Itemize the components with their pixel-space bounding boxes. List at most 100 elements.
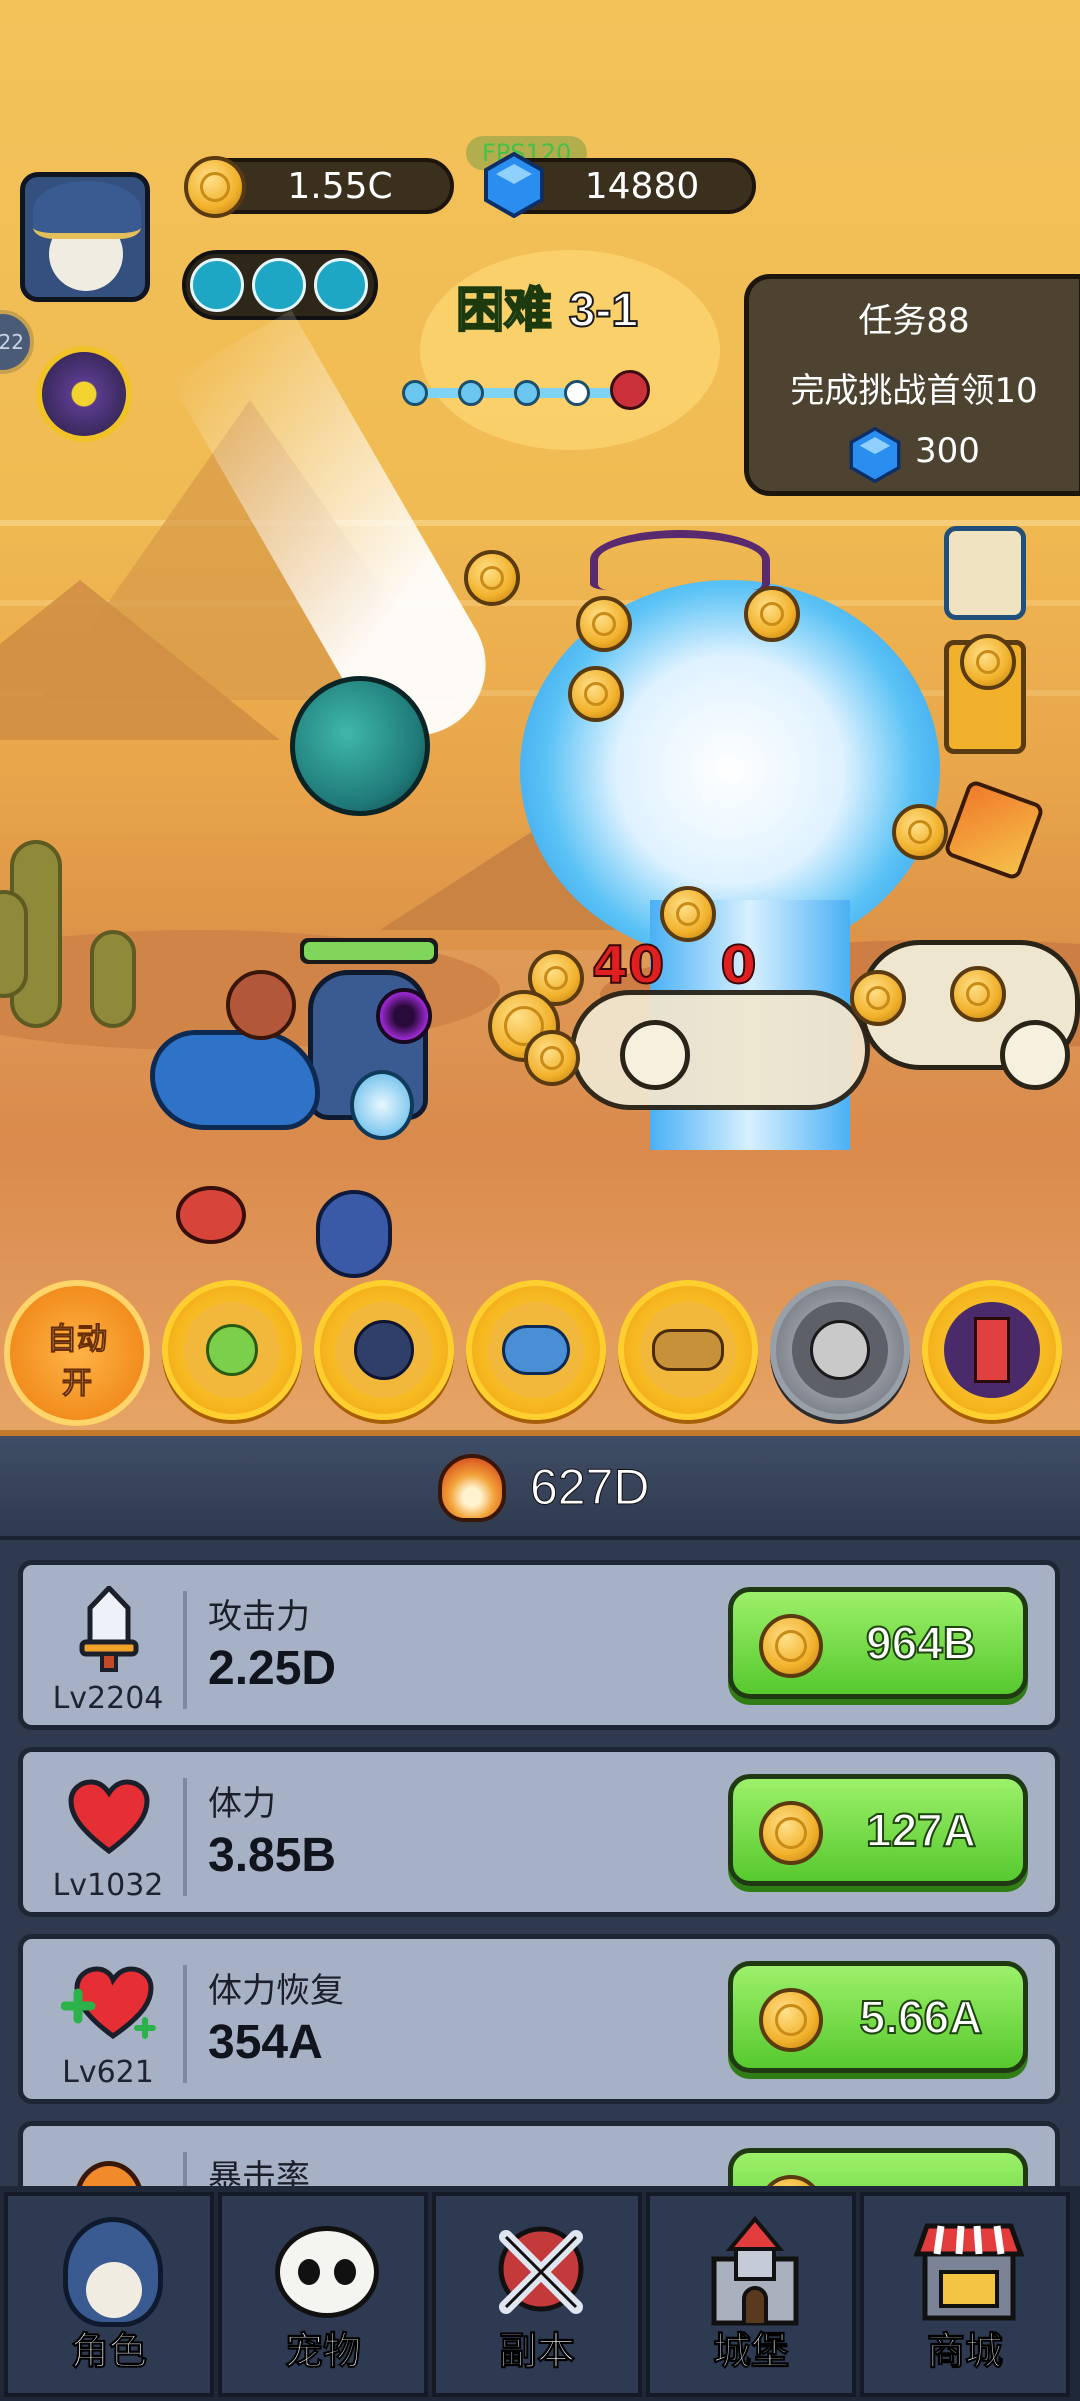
boss-devil-icon	[610, 370, 650, 410]
avatar-hood	[33, 181, 141, 239]
damage-suffix: 0	[719, 935, 757, 997]
nav-label: 角色	[70, 2329, 147, 2374]
skill-jester-button[interactable]	[770, 1280, 910, 1420]
skeleton-skull	[620, 1020, 690, 1090]
nav-tab-shop[interactable]: 商城	[860, 2192, 1070, 2397]
skeleton-skull	[1000, 1020, 1070, 1090]
level-badge-text: 22	[0, 330, 24, 354]
bomb-skill-icon	[336, 1302, 432, 1398]
bottom-navigation: 角色 宠物 副本 城堡 商城	[0, 2186, 1080, 2401]
nav-label: 城堡	[712, 2329, 789, 2374]
quest-gem-icon	[849, 427, 901, 483]
skill-bomb-button[interactable]	[314, 1280, 454, 1420]
upgrade-card-stamina: Lv1032 体力 3.85B 127A	[18, 1747, 1060, 1917]
side-level-badge: 22	[0, 310, 34, 374]
wave-node	[402, 380, 428, 406]
skill-meteor-button[interactable]	[162, 1280, 302, 1420]
coin	[660, 886, 716, 942]
dragon-pet	[150, 1030, 320, 1130]
nav-tab-pets[interactable]: 宠物	[218, 2192, 428, 2397]
cactus	[0, 890, 28, 998]
upgrade-cost: 5.66A	[859, 1990, 984, 2044]
quest-title: 任务88	[858, 301, 970, 341]
buff-lightning-icon[interactable]	[314, 258, 368, 312]
damage-number: 40 0	[591, 935, 758, 997]
castle-skill-icon	[944, 1302, 1040, 1398]
meteor-skill-icon	[184, 1302, 280, 1398]
stage-number: 3-1	[568, 283, 639, 338]
upgrade-regen-button[interactable]: 5.66A	[728, 1961, 1028, 2073]
wave-node	[514, 380, 540, 406]
damage-text: 40	[591, 935, 665, 997]
hero-shield	[350, 1070, 414, 1140]
divider	[183, 1778, 187, 1896]
coin	[464, 550, 520, 606]
chicken-pet	[226, 970, 296, 1040]
upgrade-cost: 964B	[865, 1616, 977, 1670]
skill-bat-button[interactable]	[618, 1280, 758, 1420]
heart-plus-icon	[49, 1959, 169, 2049]
upgrade-level: Lv2204	[52, 1681, 164, 1716]
nav-label: 商城	[926, 2329, 1003, 2374]
divider	[183, 1965, 187, 2083]
gold-icon	[184, 156, 246, 218]
upgrade-card-attack: Lv2204 攻击力 2.25D 964B	[18, 1560, 1060, 1730]
coin	[524, 1030, 580, 1086]
quest-reward: 300	[915, 431, 980, 471]
upgrade-value: 354A	[208, 2016, 323, 2069]
castle-icon	[695, 2212, 815, 2332]
notepad-button[interactable]	[944, 526, 1026, 620]
spin-wheel-button[interactable]	[36, 346, 132, 442]
snail-pet	[176, 1186, 246, 1244]
upgrade-level: Lv621	[62, 2055, 154, 2090]
gift-cone-button[interactable]	[942, 778, 1046, 882]
coin-icon	[759, 1988, 823, 2052]
nav-label: 副本	[498, 2329, 575, 2374]
auto-skill-toggle[interactable]: 自动 开	[4, 1280, 150, 1426]
upgrade-name: 体力恢复	[208, 1971, 344, 2011]
player-avatar[interactable]	[20, 172, 150, 302]
coin	[960, 634, 1016, 690]
auto-label-line2: 开	[62, 1366, 93, 1402]
buff-coins-icon[interactable]	[190, 258, 244, 312]
upgrade-name: 体力	[208, 1784, 276, 1824]
boss-horns	[590, 530, 770, 590]
upgrade-value: 3.85B	[208, 1829, 337, 1882]
hero-icon	[53, 2212, 173, 2332]
panda-icon	[267, 2212, 387, 2332]
pyramid	[0, 580, 280, 740]
gem-icon	[484, 152, 544, 218]
nav-tab-castle[interactable]: 城堡	[646, 2192, 856, 2397]
hero-health-bar	[300, 938, 438, 964]
buff-sword-icon[interactable]	[252, 258, 306, 312]
upgrade-stamina-button[interactable]: 127A	[728, 1774, 1028, 1886]
penguin-pet	[316, 1190, 392, 1278]
divider	[183, 1591, 187, 1709]
shark-skill-icon	[488, 1302, 584, 1398]
upgrade-attack-button[interactable]: 964B	[728, 1587, 1028, 1699]
auto-label-line1: 自动	[47, 1322, 108, 1358]
skill-castle-button[interactable]	[922, 1280, 1062, 1420]
nav-tab-dungeon[interactable]: 副本	[432, 2192, 642, 2397]
wave-node	[564, 380, 590, 406]
quest-panel[interactable]: 任务88 完成挑战首领10 300	[744, 274, 1080, 496]
jester-skill-icon	[792, 1302, 888, 1398]
combat-power-value: 627D	[530, 1459, 651, 1516]
coin	[892, 804, 948, 860]
cactus	[90, 930, 136, 1028]
crossed-swords-icon	[481, 2212, 601, 2332]
gold-amount: 1.55C	[287, 165, 393, 207]
coin	[744, 586, 800, 642]
gem-amount: 14880	[584, 165, 700, 207]
upgrade-cost: 127A	[865, 1803, 977, 1857]
bat-skill-icon	[640, 1302, 736, 1398]
upgrade-name: 攻击力	[208, 1597, 310, 1637]
meteor	[290, 676, 430, 816]
nav-tab-hero[interactable]: 角色	[4, 2192, 214, 2397]
combat-power-bar: 627D	[0, 1436, 1080, 1540]
sword-icon	[49, 1585, 169, 1675]
skill-shark-button[interactable]	[466, 1280, 606, 1420]
skeleton-enemy	[570, 990, 870, 1110]
upgrade-card-regen: Lv621 体力恢复 354A 5.66A	[18, 1934, 1060, 2104]
nav-label: 宠物	[284, 2329, 361, 2374]
